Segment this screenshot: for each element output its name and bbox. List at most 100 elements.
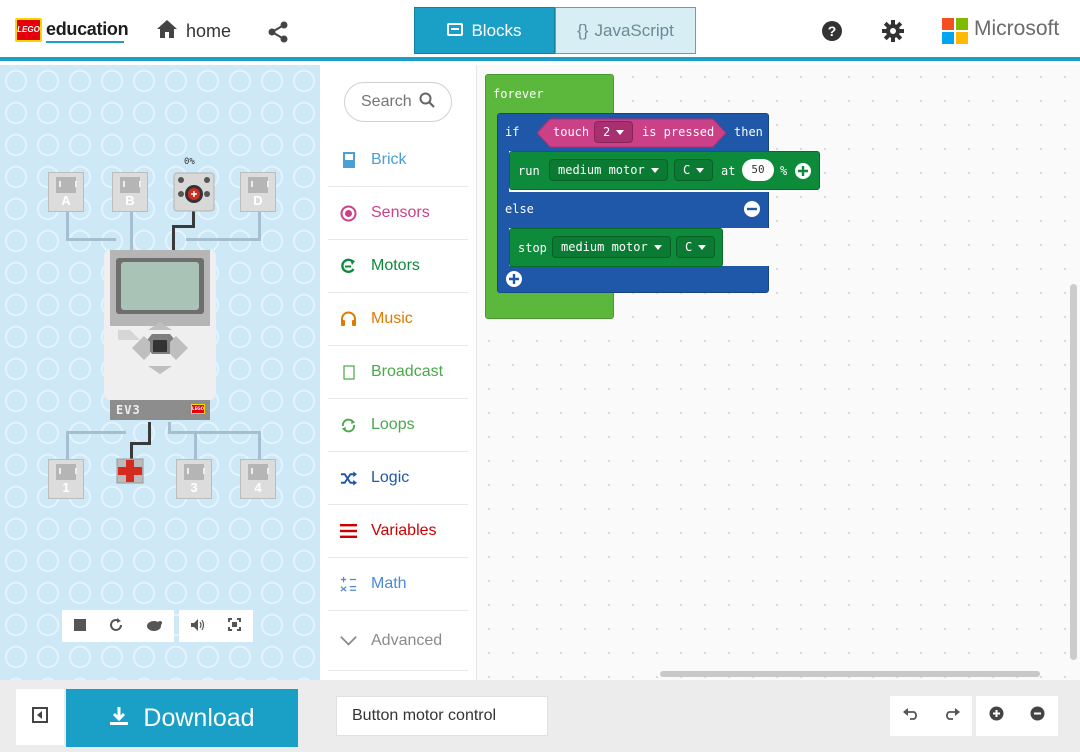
wire — [130, 210, 133, 250]
headphones-icon — [340, 311, 357, 327]
wire — [194, 431, 197, 461]
wire — [168, 431, 196, 434]
wire — [148, 422, 151, 442]
download-button[interactable]: Download — [66, 689, 298, 747]
dropdown-caret-icon — [616, 129, 625, 135]
sensors-icon — [340, 205, 357, 222]
category-variables[interactable]: Variables — [328, 505, 468, 558]
port-label: B — [125, 193, 135, 208]
sensor-port-4[interactable]: 4 — [240, 459, 276, 499]
medium-motor[interactable] — [173, 172, 215, 212]
sensor-port-3[interactable]: 3 — [176, 459, 212, 499]
category-math[interactable]: Math — [328, 558, 468, 611]
stop-motor-type-dropdown[interactable]: medium motor — [552, 236, 671, 258]
motor-reading: 0% — [184, 157, 195, 167]
input-port-d[interactable]: D — [240, 172, 276, 212]
tab-javascript[interactable]: {} JavaScript — [555, 7, 696, 54]
dropdown-caret-icon — [696, 167, 705, 173]
port-label: A — [61, 193, 71, 208]
category-label: Loops — [371, 416, 415, 433]
download-label: Download — [143, 703, 255, 732]
wire — [66, 238, 116, 241]
category-advanced[interactable]: Advanced — [328, 611, 468, 671]
tab-blocks[interactable]: Blocks — [414, 7, 555, 54]
touch-port-value: 2 — [603, 125, 611, 139]
category-brick[interactable]: Brick — [328, 134, 468, 187]
category-loops[interactable]: Loops — [328, 399, 468, 452]
braces-icon: {} — [577, 20, 589, 40]
speed-input[interactable]: 50 — [742, 159, 774, 181]
undo-redo-group — [890, 696, 972, 736]
search-box[interactable] — [344, 82, 452, 122]
wire — [66, 431, 69, 461]
zoom-out-icon — [1030, 706, 1045, 726]
at-label: at — [721, 164, 736, 178]
vertical-scrollbar[interactable] — [1070, 284, 1077, 660]
motors-icon — [340, 258, 357, 275]
motor-type-dropdown[interactable]: medium motor — [549, 159, 668, 181]
wire — [66, 210, 69, 240]
sensor-port-1[interactable]: 1 — [48, 459, 84, 499]
settings-button[interactable] — [882, 20, 904, 47]
search-input[interactable] — [361, 93, 419, 111]
header: LEGO education home Blocks {} JavaScript… — [0, 0, 1080, 61]
collapse-simulator-button[interactable] — [16, 689, 64, 745]
category-label: Math — [371, 575, 407, 592]
zoom-in-button[interactable] — [976, 696, 1017, 736]
help-button[interactable]: ? — [821, 20, 843, 47]
loops-icon — [340, 417, 357, 434]
if-label: if — [505, 125, 520, 139]
blocks-icon — [447, 21, 464, 41]
fullscreen-icon[interactable] — [228, 618, 242, 634]
motor-port-dropdown[interactable]: C — [674, 159, 714, 181]
forever-label: forever — [493, 87, 544, 101]
touch-label: touch — [553, 125, 590, 139]
touch-port-dropdown[interactable]: 2 — [594, 121, 634, 143]
broadcast-icon — [340, 364, 357, 380]
download-icon — [109, 704, 129, 733]
percent-label: % — [780, 164, 788, 178]
microsoft-name: Microsoft — [974, 17, 1060, 40]
wire — [130, 442, 151, 445]
else-label: else — [505, 202, 534, 216]
category-music[interactable]: Music — [328, 293, 468, 346]
remove-else-icon[interactable] — [743, 200, 761, 223]
home-label: home — [186, 20, 232, 41]
redo-button[interactable] — [931, 696, 972, 736]
input-port-b[interactable]: B — [112, 172, 148, 212]
stop-icon[interactable] — [73, 618, 86, 634]
input-port-a[interactable]: A — [48, 172, 84, 212]
category-sensors[interactable]: Sensors — [328, 187, 468, 240]
help-icon: ? — [821, 21, 843, 46]
wire — [196, 431, 258, 434]
wire — [66, 431, 126, 434]
undo-icon — [902, 707, 919, 725]
add-else-if-icon[interactable] — [505, 270, 523, 293]
add-parameter-icon[interactable] — [794, 162, 812, 185]
home-button[interactable]: home — [156, 18, 231, 44]
port-label: 3 — [190, 480, 198, 495]
redo-icon — [944, 707, 960, 725]
horizontal-scrollbar[interactable] — [660, 671, 1040, 677]
category-logic[interactable]: Logic — [328, 452, 468, 505]
undo-button[interactable] — [890, 696, 931, 736]
port-label: 1 — [62, 480, 70, 495]
touch-sensor[interactable] — [116, 458, 144, 484]
restart-icon[interactable] — [109, 617, 123, 635]
category-motors[interactable]: Motors — [328, 240, 468, 293]
zoom-out-button[interactable] — [1017, 696, 1058, 736]
ev3-brick[interactable] — [104, 250, 216, 422]
wire — [258, 210, 261, 240]
slow-motion-icon[interactable] — [146, 618, 163, 634]
stop-motor-port-dropdown[interactable]: C — [676, 236, 716, 258]
sound-icon[interactable] — [190, 618, 205, 634]
category-label: Broadcast — [371, 363, 444, 380]
category-label: Brick — [371, 151, 407, 168]
lego-badge: LEGO — [191, 404, 205, 414]
port-label: 4 — [254, 480, 262, 495]
share-button[interactable] — [266, 20, 290, 49]
wire — [186, 238, 261, 241]
project-name-input[interactable] — [336, 696, 548, 736]
category-broadcast[interactable]: Broadcast — [328, 346, 468, 399]
svg-text:?: ? — [828, 23, 837, 39]
